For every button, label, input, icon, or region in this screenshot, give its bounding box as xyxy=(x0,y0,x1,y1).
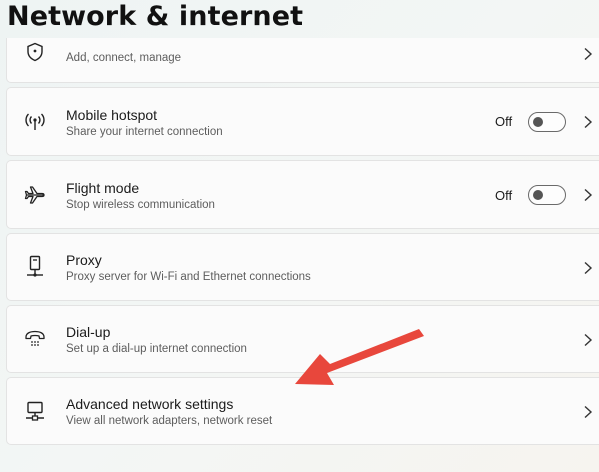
settings-item-label: Dial-up xyxy=(66,324,111,340)
toggle-state-label: Off xyxy=(495,188,513,203)
settings-item-description: Stop wireless communication xyxy=(66,199,215,211)
settings-item-label: Proxy xyxy=(66,252,102,268)
settings-item-description: Set up a dial-up internet connection xyxy=(66,343,247,355)
toggle-knob xyxy=(533,190,543,200)
network-computer-icon xyxy=(23,399,47,423)
page-title: Network & internet xyxy=(7,1,304,32)
proxy-icon xyxy=(23,255,47,279)
settings-item-label: Advanced network settings xyxy=(66,396,234,412)
shield-icon xyxy=(23,40,47,64)
chevron-right-icon[interactable] xyxy=(582,188,594,202)
dialup-phone-icon xyxy=(23,327,47,351)
settings-item-partial[interactable]: Add, connect, manage xyxy=(6,38,599,83)
toggle-knob xyxy=(533,117,543,127)
settings-item-description: Proxy server for Wi-Fi and Ethernet conn… xyxy=(66,271,311,283)
flight-mode-toggle[interactable] xyxy=(528,185,566,205)
settings-item-label: Mobile hotspot xyxy=(66,107,158,123)
chevron-right-icon[interactable] xyxy=(582,405,594,419)
hotspot-icon xyxy=(23,110,47,134)
settings-item-flight-mode[interactable]: Flight mode Stop wireless communication … xyxy=(6,160,599,229)
settings-item-label: Flight mode xyxy=(66,180,140,196)
settings-item-dial-up[interactable]: Dial-up Set up a dial-up internet connec… xyxy=(6,305,599,373)
settings-item-description: Add, connect, manage xyxy=(66,52,182,64)
chevron-right-icon[interactable] xyxy=(582,261,594,275)
settings-item-advanced-network[interactable]: Advanced network settings View all netwo… xyxy=(6,377,599,445)
chevron-right-icon[interactable] xyxy=(582,333,594,347)
chevron-right-icon[interactable] xyxy=(582,115,594,129)
settings-item-proxy[interactable]: Proxy Proxy server for Wi-Fi and Etherne… xyxy=(6,233,599,301)
settings-item-mobile-hotspot[interactable]: Mobile hotspot Share your internet conne… xyxy=(6,87,599,156)
chevron-right-icon xyxy=(584,47,593,61)
airplane-icon xyxy=(23,183,47,207)
toggle-state-label: Off xyxy=(495,114,513,129)
settings-item-description: View all network adapters, network reset xyxy=(66,415,273,427)
mobile-hotspot-toggle[interactable] xyxy=(528,112,566,132)
settings-item-description: Share your internet connection xyxy=(66,126,223,138)
